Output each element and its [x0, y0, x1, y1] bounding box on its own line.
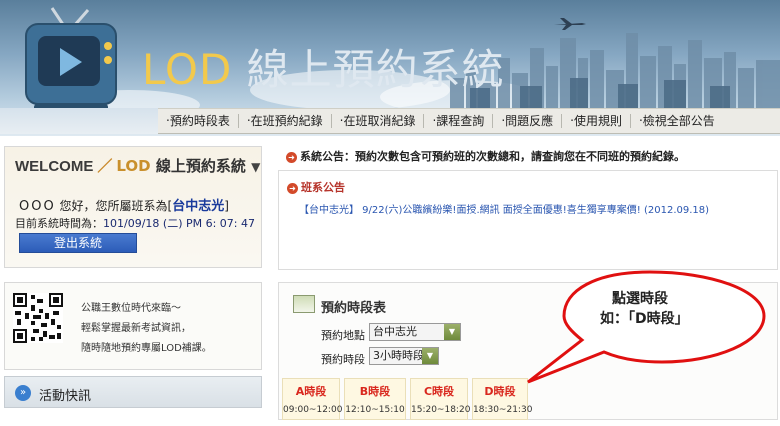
- system-time-label: 目前系統時間為：: [15, 217, 103, 230]
- welcome-lod: LOD: [116, 157, 151, 175]
- promo-line: 公職王數位時代來臨～: [81, 303, 181, 314]
- site-title: LOD 線上預約系統: [142, 36, 505, 97]
- welcome-title: WELCOME ／ LOD 線上預約系統 ▼: [15, 155, 260, 176]
- callout-line1: 點選時段: [612, 291, 668, 307]
- slot-range: 15:20~18:20: [411, 405, 471, 415]
- nav-item-all-announcements[interactable]: ‧檢視全部公告: [629, 114, 723, 128]
- greeting-text: 您好，您所屬班系為[: [55, 199, 173, 213]
- greeting-end: ]: [224, 199, 229, 213]
- nav-item-schedule[interactable]: ‧預約時段表: [158, 114, 238, 128]
- location-select[interactable]: 台中志光 ▼: [369, 323, 461, 341]
- location-select-value: 台中志光: [373, 325, 417, 338]
- arrow-circle-icon: ➜: [287, 182, 298, 194]
- slot-label: A時段: [295, 385, 327, 398]
- user-branch: 台中志光: [172, 199, 225, 214]
- promo-line: 輕鬆掌握最新考試資訊，: [81, 323, 191, 334]
- period-label: 預約時段: [321, 353, 365, 366]
- system-time: 目前系統時間為：101/09/18 (二) PM 6: 07: 47: [15, 215, 255, 231]
- period-select-value: 3小時時段: [373, 349, 424, 362]
- nav-left-spacer: [0, 108, 158, 134]
- welcome-system-name: 線上預約系統: [155, 157, 246, 175]
- chevron-icon: »: [15, 385, 31, 401]
- site-title-lod: LOD: [142, 45, 233, 94]
- slot-label: C時段: [423, 385, 455, 398]
- callout-line2: 如：「D時段」: [600, 311, 689, 327]
- main-nav: ‧預約時段表 ‧在班預約紀錄 ‧在班取消紀錄 ‧課程查詢 ‧問題反應 ‧使用規則…: [158, 108, 780, 134]
- nav-item-feedback[interactable]: ‧問題反應: [492, 114, 561, 128]
- calendar-icon: [293, 295, 315, 313]
- nav-item-booking-records[interactable]: ‧在班預約紀錄: [237, 114, 331, 128]
- activity-news-header[interactable]: » 活動快訊: [4, 376, 262, 408]
- promo-panel: 公職王數位時代來臨～ 輕鬆掌握最新考試資訊， 隨時隨地預約專屬LOD補課。: [4, 282, 262, 370]
- slot-b-button[interactable]: B時段 12:10~15:10: [344, 378, 406, 420]
- system-time-value: 101/09/18 (二) PM 6: 07: 47: [103, 217, 255, 230]
- slot-label: B時段: [359, 385, 391, 398]
- system-announcement: ➜ 系統公告：預約次數包含可預約班的次數總和，請查詢您在不同班的預約紀錄。: [286, 148, 685, 164]
- welcome-slash: ／: [97, 157, 113, 175]
- slot-label: D時段: [484, 385, 516, 398]
- slot-a-button[interactable]: A時段 09:00~12:00: [282, 378, 343, 420]
- chevron-down-icon[interactable]: ▼: [251, 160, 260, 174]
- airplane-icon: [554, 18, 586, 30]
- arrow-circle-icon: ➜: [286, 151, 297, 163]
- welcome-word: WELCOME: [15, 158, 94, 175]
- slot-range: 12:10~15:10: [345, 405, 405, 415]
- class-news-title: ➜ 班系公告: [287, 179, 345, 195]
- qr-code-image: [13, 293, 63, 343]
- slot-c-button[interactable]: C時段 15:20~18:20: [410, 378, 471, 420]
- nav-item-cancel-records[interactable]: ‧在班取消紀錄: [330, 114, 424, 128]
- class-news-panel: ➜ 班系公告 【台中志光】 9/22(六)公職繽紛樂!面授.網訊 面授全面優惠!喜…: [278, 170, 778, 270]
- welcome-panel: WELCOME ／ LOD 線上預約系統 ▼ OOO 您好，您所屬班系為[台中志光]…: [4, 146, 262, 268]
- nav-item-rules[interactable]: ‧使用規則: [561, 114, 630, 128]
- chevron-down-icon: ▼: [422, 348, 438, 364]
- nav-item-course-search[interactable]: ‧課程查詢: [423, 114, 492, 128]
- class-news-title-text: 班系公告: [301, 181, 345, 194]
- user-name: OOO: [19, 199, 56, 214]
- slot-range: 18:30~21:30: [473, 405, 533, 415]
- chevron-down-icon: ▼: [444, 324, 460, 340]
- site-title-name: 線上預約系統: [246, 45, 505, 94]
- location-label: 預約地點: [321, 329, 365, 342]
- promo-line: 隨時隨地預約專屬LOD補課。: [81, 343, 212, 354]
- logout-button[interactable]: 登出系統: [19, 233, 137, 253]
- period-select[interactable]: 3小時時段 ▼: [369, 347, 439, 365]
- system-announcement-text: 系統公告：預約次數包含可預約班的次數總和，請查詢您在不同班的預約紀錄。: [300, 150, 685, 163]
- class-news-link[interactable]: 【台中志光】 9/22(六)公職繽紛樂!面授.網訊 面授全面優惠!喜生獨享專案價…: [299, 201, 709, 216]
- activity-news-label: 活動快訊: [39, 389, 92, 404]
- schedule-title: 預約時段表: [321, 301, 387, 316]
- slot-range: 09:00~12:00: [283, 405, 343, 415]
- user-info: OOO 您好，您所屬班系為[台中志光]: [19, 195, 229, 214]
- page: LOD 線上預約系統 ‧預約時段表 ‧在班預約紀錄 ‧在班取消紀錄 ‧課程查詢 …: [0, 0, 780, 426]
